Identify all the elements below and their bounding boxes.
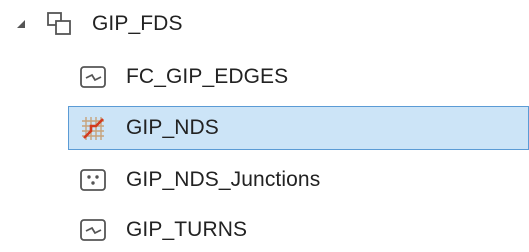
tree-node-label: GIP_NDS <box>126 116 219 139</box>
tree-node-label: GIP_TURNS <box>126 218 248 241</box>
network-dataset-icon <box>78 113 108 143</box>
catalog-tree: GIP_FDS FC_GIP_EDGES GIP_NDS GIP_NDS_Jun… <box>0 0 529 252</box>
tree-node-gip-nds-junctions[interactable]: GIP_NDS_Junctions <box>68 158 529 202</box>
tree-node-gip-nds[interactable]: GIP_NDS <box>68 106 529 150</box>
tree-node-fc-gip-edges[interactable]: FC_GIP_EDGES <box>68 55 529 99</box>
line-feature-class-icon <box>78 62 108 92</box>
point-feature-class-icon <box>78 165 108 195</box>
tree-node-gip-fds[interactable]: GIP_FDS <box>14 4 529 44</box>
line-feature-class-icon <box>78 215 108 245</box>
expand-collapse-arrow-icon[interactable] <box>14 4 28 44</box>
tree-node-label: GIP_NDS_Junctions <box>126 168 321 191</box>
tree-node-label: GIP_FDS <box>92 12 183 35</box>
tree-node-gip-turns[interactable]: GIP_TURNS <box>68 208 529 252</box>
feature-dataset-icon <box>44 9 74 39</box>
tree-node-label: FC_GIP_EDGES <box>126 65 289 88</box>
